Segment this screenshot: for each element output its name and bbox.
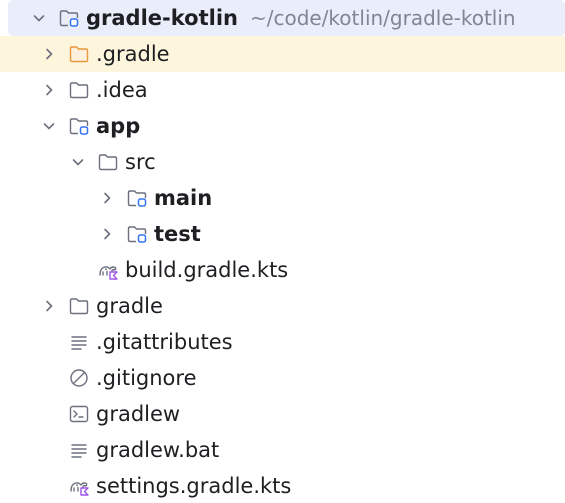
tree-item-main[interactable]: main [0,180,565,216]
chevron-right-icon[interactable] [40,45,58,63]
chevron-down-icon[interactable] [69,153,87,171]
chevron-right-icon[interactable] [40,81,58,99]
tree-item-src[interactable]: src [0,144,565,180]
ignore-file-icon [68,367,90,389]
tree-item-label: .gradle [96,42,170,66]
tree-item-app-build-gradle-kts[interactable]: build.gradle.kts [0,252,565,288]
tree-item-label: gradle [96,294,163,318]
tree-item-test[interactable]: test [0,216,565,252]
tree-item-dot-gradle[interactable]: .gradle [0,36,565,72]
folder-icon [68,79,90,101]
tree-root-gradle-kotlin[interactable]: gradle-kotlin ~/code/kotlin/gradle-kotli… [8,0,565,36]
tree-item-label: app [96,114,141,138]
excluded-folder-icon [68,43,90,65]
tree-root-label: gradle-kotlin [86,6,238,30]
tree-item-gitattributes[interactable]: .gitattributes [0,324,565,360]
project-tree: gradle-kotlin ~/code/kotlin/gradle-kotli… [0,0,565,503]
module-folder-icon [126,187,148,209]
folder-icon [68,295,90,317]
chevron-down-icon[interactable] [30,9,48,27]
tree-item-label: gradlew.bat [96,438,220,462]
module-folder-icon [126,223,148,245]
chevron-right-icon[interactable] [98,225,116,243]
tree-item-gitignore[interactable]: .gitignore [0,360,565,396]
chevron-right-icon[interactable] [40,297,58,315]
module-folder-icon [68,115,90,137]
tree-item-dot-idea[interactable]: .idea [0,72,565,108]
tree-item-label: src [125,150,156,174]
tree-item-label: .gitignore [96,366,197,390]
shell-script-icon [68,403,90,425]
tree-item-gradle[interactable]: gradle [0,288,565,324]
chevron-down-icon[interactable] [40,117,58,135]
text-file-icon [68,439,90,461]
tree-item-label: settings.gradle.kts [96,474,292,498]
text-file-icon [68,331,90,353]
tree-item-gradlew[interactable]: gradlew [0,396,565,432]
tree-item-label: .gitattributes [96,330,233,354]
gradle-kotlin-script-icon [68,475,90,497]
tree-item-settings-gradle-kts[interactable]: settings.gradle.kts [0,468,565,503]
chevron-right-icon[interactable] [98,189,116,207]
tree-root-path: ~/code/kotlin/gradle-kotlin [249,6,516,30]
tree-item-label: .idea [96,78,148,102]
module-folder-icon [58,7,80,29]
tree-item-label: test [154,222,201,246]
tree-item-app[interactable]: app [0,108,565,144]
folder-icon [97,151,119,173]
tree-item-label: main [154,186,213,210]
tree-item-label: build.gradle.kts [125,258,289,282]
tree-item-label: gradlew [96,402,181,426]
gradle-kotlin-script-icon [97,259,119,281]
tree-item-gradlew-bat[interactable]: gradlew.bat [0,432,565,468]
